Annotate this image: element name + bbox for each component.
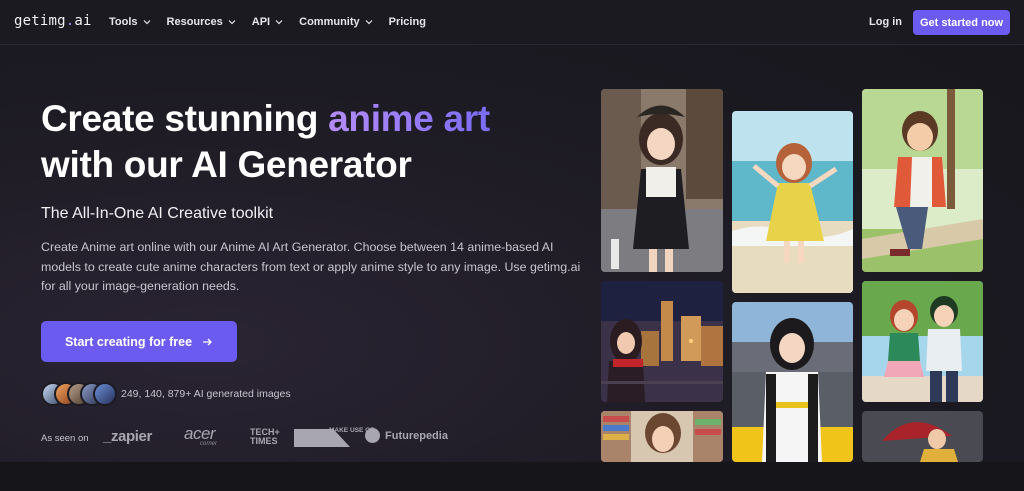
- zapier-logo: _zapier: [103, 428, 152, 445]
- hero-subtitle: The All-In-One AI Creative toolkit: [41, 205, 274, 222]
- start-creating-label: Start creating for free: [64, 334, 193, 349]
- nav-item-label: API: [251, 16, 271, 28]
- generated-images-count: 249, 140, 879+ AI generated images: [121, 388, 291, 400]
- nav-item-label: Tools: [109, 16, 138, 28]
- nav-item-community[interactable]: Community: [299, 16, 373, 28]
- nav-item-label: Community: [299, 16, 360, 28]
- gallery-image-beach-girl: [732, 111, 853, 293]
- gallery-image-racer-girl: [732, 302, 853, 462]
- hero-title-highlight: anime art: [328, 98, 490, 139]
- bottom-bar: [0, 462, 1024, 491]
- nav-item-label: Resources: [166, 16, 223, 28]
- start-creating-button[interactable]: Start creating for free: [41, 321, 237, 362]
- nav-item-tools[interactable]: Tools: [109, 16, 151, 28]
- hero-title-part2: with our AI Generator: [41, 144, 412, 185]
- gallery-image-night-city-girl: [601, 281, 723, 402]
- as-seen-on-label: As seen on: [41, 433, 89, 444]
- arrow-right-icon: [203, 338, 212, 345]
- logo[interactable]: getimg.ai: [14, 13, 92, 29]
- nav-item-label: Pricing: [388, 16, 426, 28]
- hero-title-part1: Create stunning: [41, 98, 329, 139]
- nav-item-resources[interactable]: Resources: [167, 16, 236, 28]
- techtimes-logo: TECH+ TIMES: [250, 427, 280, 446]
- user-avatars: [41, 382, 117, 406]
- hero-title: Create stunning anime art with our AI Ge…: [41, 96, 490, 188]
- get-started-button[interactable]: Get started now: [913, 10, 1010, 35]
- gallery-image-library-girl: [601, 411, 723, 462]
- gallery-image-umbrella: [862, 411, 983, 462]
- nav-item-pricing[interactable]: Pricing: [389, 16, 426, 28]
- chevron-down-icon: [365, 20, 373, 25]
- futurepedia-logo: Futurepedia: [385, 430, 448, 442]
- gallery-image-park-boy: [862, 89, 983, 272]
- hero-description: Create Anime art online with our Anime A…: [41, 240, 581, 293]
- gallery-image-couple: [862, 281, 983, 402]
- futurepedia-icon: [365, 428, 380, 443]
- top-navbar: getimg.ai Tools Resources API Community …: [0, 0, 1024, 45]
- login-link[interactable]: Log in: [869, 16, 902, 28]
- nav-item-api[interactable]: API: [252, 16, 283, 28]
- chevron-down-icon: [275, 20, 283, 25]
- avatar: [93, 382, 117, 406]
- nav-menu: Tools Resources API Community Pricing: [109, 16, 442, 28]
- chevron-down-icon: [143, 20, 150, 25]
- gallery-image-city-girl: [601, 89, 723, 272]
- chevron-down-icon: [228, 20, 236, 25]
- acer-logo-sub: corner: [200, 441, 218, 447]
